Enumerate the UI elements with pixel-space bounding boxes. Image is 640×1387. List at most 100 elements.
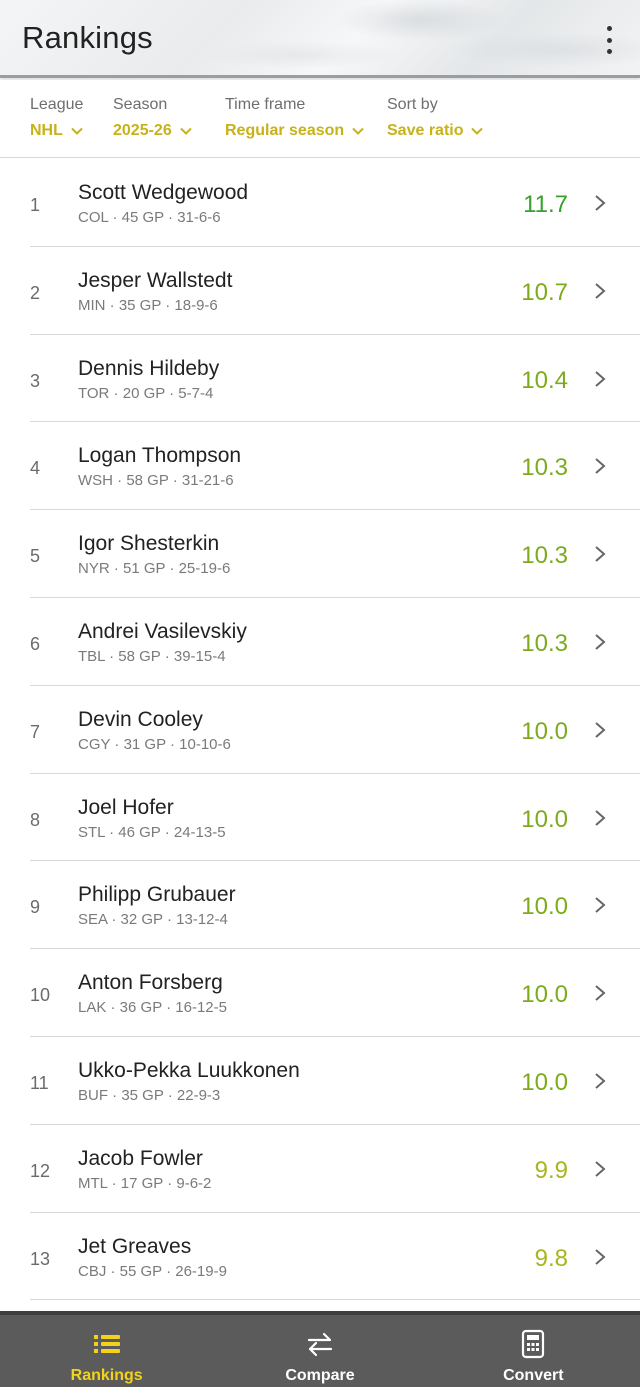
save-ratio-value: 9.8 [534, 1244, 568, 1272]
filter-label: Season [113, 96, 168, 113]
chevron-right-icon [594, 282, 606, 300]
player-meta: TOR · 20 GP · 5-7-4 [78, 384, 214, 402]
player-name: Jet Greaves [78, 1234, 192, 1258]
rank-number: 8 [30, 809, 41, 830]
save-ratio-value: 10.3 [521, 542, 568, 570]
nav-rankings[interactable]: Rankings [0, 1315, 213, 1387]
save-ratio-value: 10.7 [521, 278, 568, 306]
player-meta: BUF · 35 GP · 22-9-3 [78, 1086, 221, 1104]
filter-bar: League NHL Season 2025-26 Time frame Reg… [0, 80, 640, 158]
ranking-row[interactable]: 11 Ukko-Pekka Luukkonen BUF · 35 GP · 22… [30, 1037, 640, 1125]
filter-league-dropdown[interactable]: NHL [30, 122, 83, 140]
chevron-right-icon [594, 984, 606, 1002]
player-meta: COL · 45 GP · 31-6-6 [78, 209, 221, 226]
rank-number: 1 [30, 195, 41, 215]
save-ratio-value: 10.0 [521, 717, 568, 745]
filter-sort-by-dropdown[interactable]: Save ratio [387, 122, 484, 140]
save-ratio-value: 10.0 [521, 1068, 568, 1096]
nav-convert[interactable]: Convert [427, 1315, 640, 1387]
filter-time-frame[interactable]: Time frame Regular season [225, 96, 364, 140]
player-meta: LAK · 36 GP · 16-12-5 [78, 999, 227, 1017]
filter-label: Sort by [387, 96, 438, 113]
ranking-row[interactable]: 2 Jesper Wallstedt MIN · 35 GP · 18-9-6 … [30, 247, 640, 335]
ranking-row[interactable]: 1 Scott Wedgewood COL · 45 GP · 31-6-6 1… [30, 159, 640, 247]
chevron-right-icon [594, 457, 606, 475]
player-name: Dennis Hildeby [78, 356, 220, 380]
filter-league[interactable]: League NHL [30, 96, 83, 140]
ranking-row[interactable]: 4 Logan Thompson WSH · 58 GP · 31-21-6 1… [30, 422, 640, 511]
rank-number: 10 [30, 985, 51, 1006]
player-meta: SEA · 32 GP · 13-12-4 [78, 911, 228, 929]
filter-time-frame-dropdown[interactable]: Regular season [225, 122, 364, 140]
page-title: Rankings [22, 20, 153, 55]
chevron-right-icon [594, 896, 606, 914]
player-meta: CBJ · 55 GP · 26-19-9 [78, 1262, 227, 1280]
nav-label: Compare [285, 1367, 355, 1384]
save-ratio-value: 10.0 [521, 981, 568, 1009]
save-ratio-value: 10.0 [521, 893, 568, 921]
player-name: Logan Thompson [78, 444, 242, 468]
player-meta: MTL · 17 GP · 9-6-2 [78, 1174, 212, 1192]
bottom-navigation: Rankings Compare Convert [0, 1311, 640, 1387]
chevron-down-icon [71, 127, 83, 135]
rank-number: 7 [30, 721, 41, 742]
player-name: Joel Hofer [78, 795, 174, 819]
filter-season-dropdown[interactable]: 2025-26 [113, 122, 192, 140]
swap-arrows-icon [305, 1329, 335, 1359]
rank-number: 3 [30, 370, 41, 391]
ranking-row[interactable]: 6 Andrei Vasilevskiy TBL · 58 GP · 39-15… [30, 598, 640, 686]
save-ratio-value: 11.7 [523, 191, 568, 218]
player-meta: TBL · 58 GP · 39-15-4 [78, 647, 226, 665]
calculator-icon [518, 1329, 548, 1359]
player-name: Devin Cooley [78, 707, 203, 731]
ranking-row[interactable]: 10 Anton Forsberg LAK · 36 GP · 16-12-5 … [30, 949, 640, 1037]
player-name: Jesper Wallstedt [78, 268, 233, 292]
save-ratio-value: 9.9 [534, 1156, 568, 1184]
nav-compare[interactable]: Compare [213, 1315, 426, 1387]
filter-sort-by[interactable]: Sort by Save ratio [387, 96, 484, 140]
rank-number: 11 [30, 1072, 49, 1093]
player-name: Jacob Fowler [78, 1146, 203, 1170]
chevron-right-icon [594, 1248, 606, 1266]
chevron-right-icon [594, 809, 606, 827]
filter-value: NHL [30, 122, 63, 139]
ranking-row[interactable]: 12 Jacob Fowler MTL · 17 GP · 9-6-2 9.9 [30, 1125, 640, 1213]
chevron-right-icon [594, 633, 606, 651]
list-icon [92, 1329, 122, 1359]
app-bar: Rankings [0, 0, 640, 78]
chevron-right-icon [594, 721, 606, 739]
ranking-row[interactable]: 8 Joel Hofer STL · 46 GP · 24-13-5 10.0 [30, 774, 640, 862]
player-name: Igor Shesterkin [78, 532, 220, 556]
player-name: Scott Wedgewood [78, 181, 249, 204]
rank-number: 5 [30, 546, 41, 567]
filter-season[interactable]: Season 2025-26 [113, 96, 192, 140]
save-ratio-value: 10.3 [521, 454, 568, 482]
ranking-row[interactable]: 9 Philipp Grubauer SEA · 32 GP · 13-12-4… [30, 861, 640, 950]
ranking-row[interactable]: 3 Dennis Hildeby TOR · 20 GP · 5-7-4 10.… [30, 335, 640, 423]
player-meta: WSH · 58 GP · 31-21-6 [78, 472, 234, 490]
rankings-list: 1 Scott Wedgewood COL · 45 GP · 31-6-6 1… [0, 159, 640, 1301]
ranking-row[interactable]: 13 Jet Greaves CBJ · 55 GP · 26-19-9 9.8 [30, 1213, 640, 1301]
player-name: Philipp Grubauer [78, 883, 236, 907]
chevron-right-icon [594, 545, 606, 563]
nav-label: Convert [503, 1367, 564, 1384]
save-ratio-value: 10.4 [521, 366, 568, 394]
rank-number: 4 [30, 458, 41, 479]
rank-number: 12 [30, 1160, 51, 1181]
chevron-right-icon [594, 1160, 606, 1178]
player-meta: MIN · 35 GP · 18-9-6 [78, 296, 218, 314]
filter-value: Regular season [225, 122, 345, 139]
save-ratio-value: 10.0 [521, 805, 568, 833]
chevron-down-icon [352, 127, 364, 135]
ranking-row[interactable]: 5 Igor Shesterkin NYR · 51 GP · 25-19-6 … [30, 510, 640, 598]
overflow-menu-icon[interactable] [602, 26, 616, 54]
filter-label: League [30, 96, 84, 113]
filter-value: 2025-26 [113, 122, 172, 139]
filter-value: Save ratio [387, 122, 464, 139]
player-name: Anton Forsberg [78, 971, 223, 995]
player-meta: STL · 46 GP · 24-13-5 [78, 823, 226, 841]
ranking-row[interactable]: 7 Devin Cooley CGY · 31 GP · 10-10-6 10.… [30, 686, 640, 774]
rank-number: 6 [30, 633, 41, 654]
save-ratio-value: 10.3 [521, 629, 568, 657]
player-name: Andrei Vasilevskiy [78, 619, 247, 643]
